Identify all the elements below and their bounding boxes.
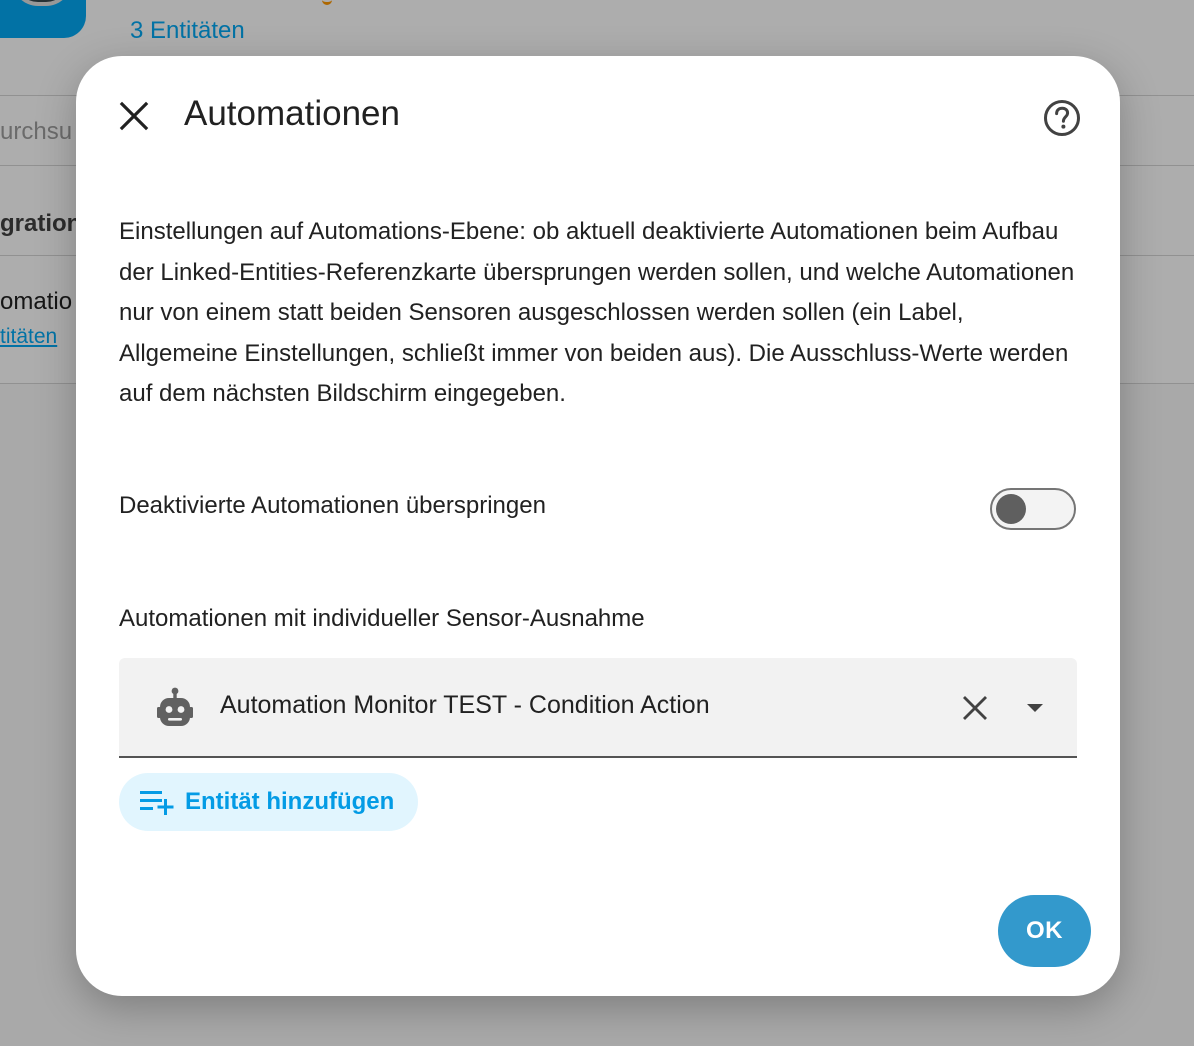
sensor-exception-label: Automationen mit individueller Sensor-Au… [119,605,645,632]
close-icon [963,696,987,720]
ok-button[interactable]: OK [998,895,1091,967]
skip-disabled-label: Deaktivierte Automationen überspringen [119,492,546,519]
clear-entity-button[interactable] [953,686,997,730]
close-button[interactable] [106,88,162,144]
help-button[interactable] [1034,90,1090,146]
dialog-description: Einstellungen auf Automations-Ebene: ob … [119,218,1075,407]
close-icon [119,101,149,131]
entity-picker-field[interactable]: Automation Monitor TEST - Condition Acti… [119,658,1077,758]
dialog-title: Automationen [184,94,400,133]
robot-icon [157,687,193,726]
toggle-knob [996,494,1026,524]
help-circle-icon [1044,100,1080,136]
automations-dialog: Automationen Einstellungen auf Automatio… [76,56,1120,996]
skip-disabled-toggle[interactable] [990,488,1076,530]
entity-dropdown-button[interactable] [1015,688,1055,728]
add-entity-label: Entität hinzufügen [185,788,395,815]
playlist-plus-icon [140,791,174,815]
selected-entity-value: Automation Monitor TEST - Condition Acti… [220,691,710,719]
menu-down-icon [1027,704,1043,712]
add-entity-button[interactable]: Entität hinzufügen [119,773,419,831]
